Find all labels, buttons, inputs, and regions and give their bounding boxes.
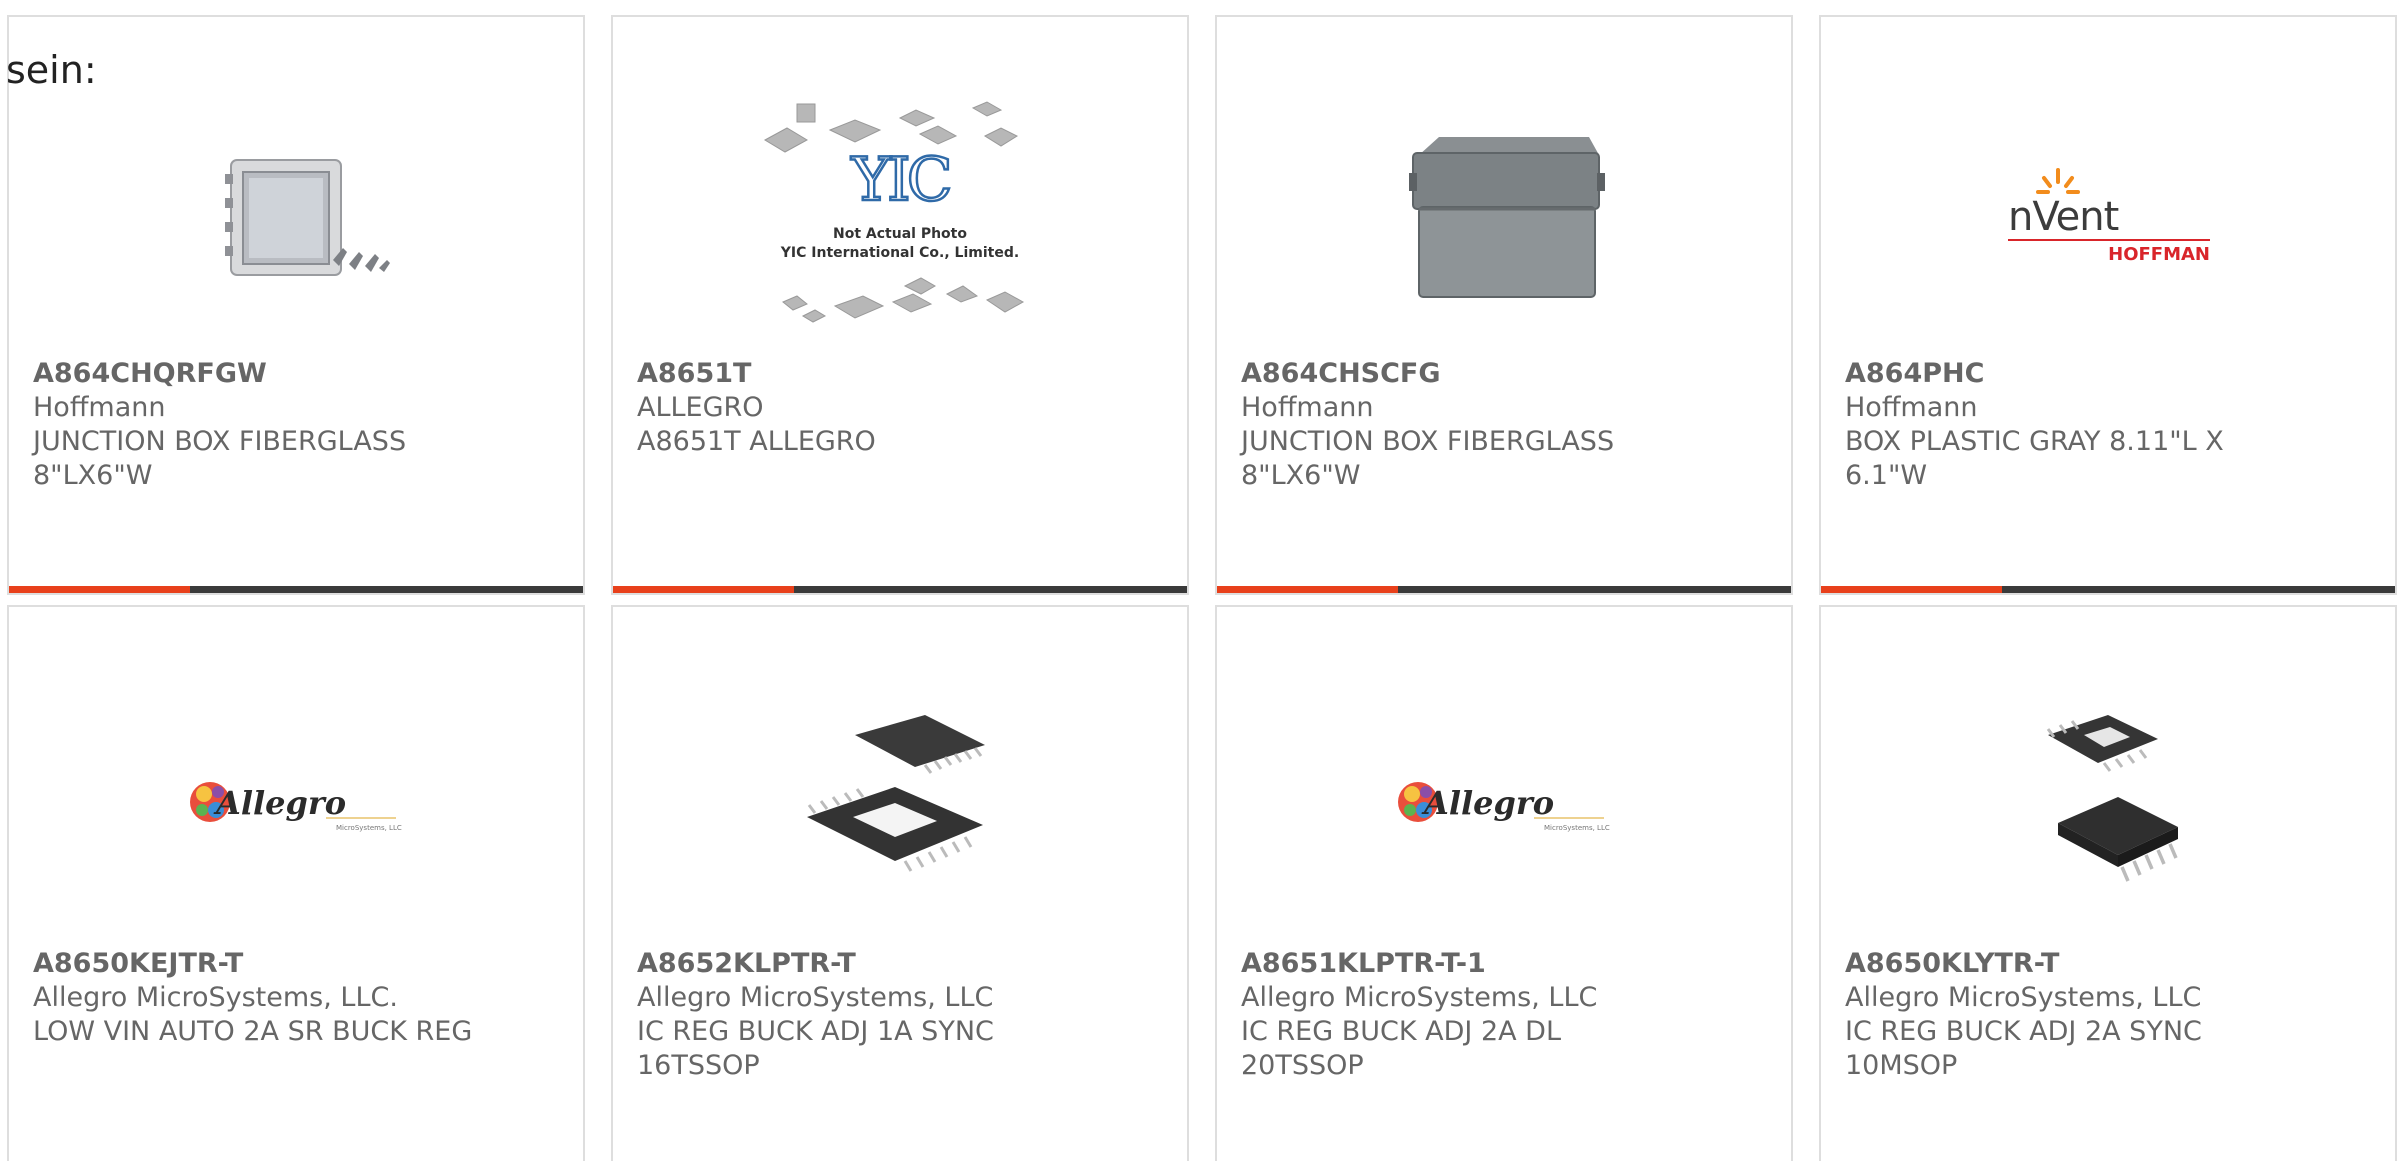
product-info: A864CHQRFGW Hoffmann JUNCTION BOX FIBERG… xyxy=(33,357,559,493)
enclosure-icon xyxy=(1409,137,1605,298)
svg-text:nVent: nVent xyxy=(2008,194,2119,240)
allegro-logo: Allegro MicroSystems, LLC xyxy=(1398,782,1610,832)
manufacturer: Hoffmann xyxy=(1845,392,1978,423)
part-number-link[interactable]: A864PHC xyxy=(1845,357,2371,391)
svg-text:Allegro: Allegro xyxy=(1421,784,1554,822)
part-number-link[interactable]: A8651T xyxy=(637,357,1163,391)
product-card[interactable]: A864CHQRFGW Hoffmann JUNCTION BOX FIBERG… xyxy=(7,15,585,595)
description: IC REG BUCK ADJ 2A DL 20TSSOP xyxy=(1241,1016,1562,1081)
product-info: A864PHC Hoffmann BOX PLASTIC GRAY 8.11"L… xyxy=(1845,357,2371,493)
product-card[interactable]: A864CHSCFG Hoffmann JUNCTION BOX FIBERGL… xyxy=(1215,15,1793,595)
description: LOW VIN AUTO 2A SR BUCK REG xyxy=(33,1016,473,1047)
allegro-logo: Allegro MicroSystems, LLC xyxy=(190,782,402,832)
enclosure-icon xyxy=(225,159,390,276)
product-image[interactable]: nVent HOFFMAN xyxy=(1821,65,2395,365)
part-number-link[interactable]: A8650KEJTR-T xyxy=(33,947,559,981)
product-info: A8652KLPTR-T Allegro MicroSystems, LLC I… xyxy=(637,947,1163,1083)
description: IC REG BUCK ADJ 2A SYNC 10MSOP xyxy=(1845,1016,2202,1081)
product-info: A8651T ALLEGRO A8651T ALLEGRO xyxy=(637,357,1163,459)
svg-text:Not Actual Photo: Not Actual Photo xyxy=(833,226,967,242)
description: A8651T ALLEGRO xyxy=(637,426,876,457)
description: BOX PLASTIC GRAY 8.11"L X 6.1"W xyxy=(1845,426,2224,491)
manufacturer: Hoffmann xyxy=(33,392,166,423)
svg-text:YIC: YIC xyxy=(850,145,949,215)
svg-text:MicroSystems, LLC: MicroSystems, LLC xyxy=(1544,824,1610,832)
part-number-link[interactable]: A8650KLYTR-T xyxy=(1845,947,2371,981)
description: JUNCTION BOX FIBERGLASS 8"LX6"W xyxy=(1241,426,1615,491)
product-info: A8650KLYTR-T Allegro MicroSystems, LLC I… xyxy=(1845,947,2371,1083)
svg-text:YIC International Co., Limited: YIC International Co., Limited. xyxy=(780,245,1019,261)
product-image[interactable] xyxy=(1217,65,1791,365)
card-bottom-bar xyxy=(9,586,583,593)
product-info: A864CHSCFG Hoffmann JUNCTION BOX FIBERGL… xyxy=(1241,357,1767,493)
card-accent xyxy=(613,586,794,593)
card-bottom-bar xyxy=(1821,586,2395,593)
placeholder-photo-icon: YIC Not Actual Photo YIC International C… xyxy=(763,101,1025,323)
product-image[interactable]: YIC Not Actual Photo YIC International C… xyxy=(613,65,1187,365)
manufacturer: Allegro MicroSystems, LLC. xyxy=(33,982,398,1013)
manufacturer: Allegro MicroSystems, LLC xyxy=(1241,982,1598,1013)
nvent-logo: nVent HOFFMAN xyxy=(2008,168,2210,265)
product-image[interactable] xyxy=(1821,655,2395,955)
manufacturer: Allegro MicroSystems, LLC xyxy=(637,982,994,1013)
product-grid-page: sein: A864CHQRFGW Hoffmann JUNCTION BOX … xyxy=(0,0,2400,1161)
card-accent xyxy=(9,586,190,593)
part-number-link[interactable]: A864CHSCFG xyxy=(1241,357,1767,391)
card-bottom-bar xyxy=(613,586,1187,593)
product-card[interactable]: nVent HOFFMAN A864PHC Hoffmann BOX PLAST… xyxy=(1819,15,2397,595)
product-image[interactable] xyxy=(9,65,583,365)
svg-text:HOFFMAN: HOFFMAN xyxy=(2108,244,2210,265)
manufacturer: Allegro MicroSystems, LLC xyxy=(1845,982,2202,1013)
product-image[interactable]: Allegro MicroSystems, LLC xyxy=(1217,655,1791,955)
card-bottom-bar xyxy=(1217,586,1791,593)
manufacturer: Hoffmann xyxy=(1241,392,1374,423)
card-accent xyxy=(1821,586,2002,593)
product-info: A8650KEJTR-T Allegro MicroSystems, LLC. … xyxy=(33,947,559,1049)
intro-text: sein: xyxy=(6,48,97,92)
manufacturer: ALLEGRO xyxy=(637,392,764,423)
product-card[interactable]: YIC Not Actual Photo YIC International C… xyxy=(611,15,1189,595)
product-card[interactable]: Allegro MicroSystems, LLC A8651KLPTR-T-1… xyxy=(1215,605,1793,1161)
tssop-chip-icon xyxy=(807,715,985,872)
part-number-link[interactable]: A8651KLPTR-T-1 xyxy=(1241,947,1767,981)
product-card[interactable]: A8652KLPTR-T Allegro MicroSystems, LLC I… xyxy=(611,605,1189,1161)
svg-text:MicroSystems, LLC: MicroSystems, LLC xyxy=(336,824,402,832)
part-number-link[interactable]: A8652KLPTR-T xyxy=(637,947,1163,981)
card-accent xyxy=(1217,586,1398,593)
product-image[interactable] xyxy=(613,655,1187,955)
part-number-link[interactable]: A864CHQRFGW xyxy=(33,357,559,391)
svg-text:Allegro: Allegro xyxy=(213,784,346,822)
description: IC REG BUCK ADJ 1A SYNC 16TSSOP xyxy=(637,1016,994,1081)
msop-chip-icon xyxy=(2046,715,2178,882)
product-image[interactable]: Allegro MicroSystems, LLC xyxy=(9,655,583,955)
product-info: A8651KLPTR-T-1 Allegro MicroSystems, LLC… xyxy=(1241,947,1767,1083)
product-card[interactable]: A8650KLYTR-T Allegro MicroSystems, LLC I… xyxy=(1819,605,2397,1161)
product-card[interactable]: Allegro MicroSystems, LLC A8650KEJTR-T A… xyxy=(7,605,585,1161)
description: JUNCTION BOX FIBERGLASS 8"LX6"W xyxy=(33,426,407,491)
